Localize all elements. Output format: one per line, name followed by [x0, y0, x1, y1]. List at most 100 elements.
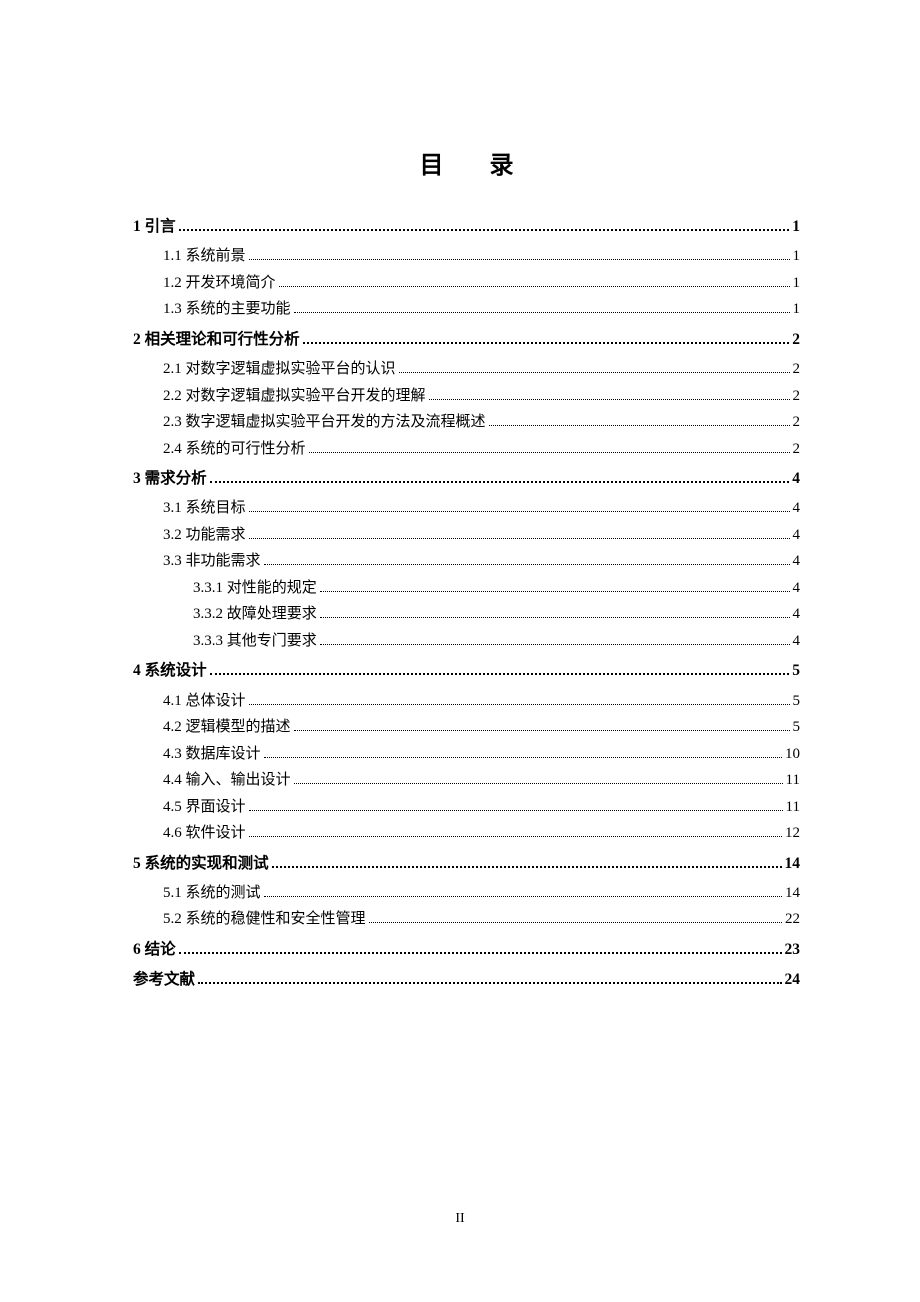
toc-entry: 3.3 非功能需求4: [163, 550, 800, 573]
toc-leader-dots: [294, 783, 783, 784]
toc-entry-label: 5.2 系统的稳健性和安全性管理: [163, 908, 366, 931]
toc-leader-dots: [320, 591, 790, 592]
toc-entry-label: 2.4 系统的可行性分析: [163, 438, 306, 461]
toc-entry: 参考文献24: [133, 968, 800, 991]
toc-entry-page: 5: [792, 659, 800, 682]
toc-entry: 4.4 输入、输出设计 11: [163, 769, 800, 792]
toc-entry-page: 2: [793, 438, 801, 461]
toc-leader-dots: [294, 730, 790, 731]
toc-entry: 2.3 数字逻辑虚拟实验平台开发的方法及流程概述2: [163, 411, 800, 434]
toc-entry: 2.2 对数字逻辑虚拟实验平台开发的理解 2: [163, 385, 800, 408]
toc-entry-page: 5: [793, 716, 801, 739]
toc-leader-dots: [399, 372, 790, 373]
toc-leader-dots: [198, 982, 781, 984]
toc-entry-page: 23: [785, 938, 801, 961]
toc-title: 目 录: [133, 145, 800, 180]
toc-leader-dots: [264, 896, 782, 897]
toc-entry-page: 11: [786, 769, 800, 792]
toc-entry: 2.4 系统的可行性分析 2: [163, 438, 800, 461]
toc-entry: 3.3.1 对性能的规定 4: [193, 577, 800, 600]
toc-entry-label: 3.3 非功能需求: [163, 550, 261, 573]
toc-entry-label: 2 相关理论和可行性分析: [133, 328, 300, 351]
toc-entry-page: 11: [786, 796, 800, 819]
toc-entry-label: 1.1 系统前景: [163, 245, 246, 268]
toc-entry-label: 1 引言: [133, 215, 176, 238]
toc-entry: 4.6 软件设计12: [163, 822, 800, 845]
toc-entry: 4.5 界面设计11: [163, 796, 800, 819]
toc-entry-label: 3 需求分析: [133, 467, 207, 490]
toc-entry-label: 3.1 系统目标: [163, 497, 246, 520]
toc-leader-dots: [264, 564, 790, 565]
toc-entry-label: 1.2 开发环境简介: [163, 272, 276, 295]
toc-entry-page: 1: [793, 245, 801, 268]
toc-entry-page: 10: [785, 743, 800, 766]
page-number: II: [0, 1211, 920, 1227]
toc-entry: 3.3.3 其他专门要求 4: [193, 630, 800, 653]
toc-entry-page: 1: [793, 298, 801, 321]
document-page: 目 录 1 引言11.1 系统前景11.2 开发环境简介11.3 系统的主要功能…: [0, 0, 920, 991]
toc-entry-page: 1: [792, 215, 800, 238]
toc-leader-dots: [489, 425, 790, 426]
toc-leader-dots: [272, 866, 782, 868]
toc-entry-label: 4 系统设计: [133, 659, 207, 682]
toc-entry-page: 4: [793, 630, 801, 653]
toc-entry-label: 4.2 逻辑模型的描述: [163, 716, 291, 739]
toc-entry: 4 系统设计 5: [133, 659, 800, 682]
toc-entry-label: 3.3.3 其他专门要求: [193, 630, 317, 653]
toc-entry-page: 22: [785, 908, 800, 931]
toc-entry-page: 2: [793, 385, 801, 408]
toc-leader-dots: [249, 704, 790, 705]
toc-entry-label: 3.3.2 故障处理要求: [193, 603, 317, 626]
toc-entry: 5.1 系统的测试14: [163, 882, 800, 905]
toc-entry: 5.2 系统的稳健性和安全性管理 22: [163, 908, 800, 931]
toc-entry-page: 5: [793, 690, 801, 713]
toc-entry-page: 4: [793, 497, 801, 520]
toc-leader-dots: [249, 259, 790, 260]
toc-entry-page: 14: [785, 882, 800, 905]
toc-entry: 3 需求分析 4: [133, 467, 800, 490]
toc-leader-dots: [294, 312, 790, 313]
toc-leader-dots: [249, 810, 783, 811]
toc-entry: 2.1 对数字逻辑虚拟实验平台的认识2: [163, 358, 800, 381]
toc-entry-page: 14: [785, 852, 801, 875]
toc-entry: 4.3 数据库设计 10: [163, 743, 800, 766]
toc-leader-dots: [210, 481, 790, 483]
toc-entry: 4.2 逻辑模型的描述 5: [163, 716, 800, 739]
toc-entry-label: 参考文献: [133, 968, 195, 991]
toc-entry-page: 4: [793, 603, 801, 626]
toc-entry-page: 4: [793, 524, 801, 547]
toc-entry: 3.1 系统目标 4: [163, 497, 800, 520]
toc-leader-dots: [179, 952, 782, 954]
toc-entry-page: 4: [793, 577, 801, 600]
toc-entry-label: 1.3 系统的主要功能: [163, 298, 291, 321]
toc-entry-page: 4: [792, 467, 800, 490]
toc-leader-dots: [179, 229, 790, 231]
toc-entry: 1.1 系统前景 1: [163, 245, 800, 268]
toc-entry-page: 12: [785, 822, 800, 845]
toc-leader-dots: [264, 757, 782, 758]
toc-leader-dots: [320, 644, 790, 645]
toc-entry-label: 2.2 对数字逻辑虚拟实验平台开发的理解: [163, 385, 426, 408]
toc-leader-dots: [249, 511, 790, 512]
toc-leader-dots: [320, 617, 790, 618]
toc-entry: 1.3 系统的主要功能 1: [163, 298, 800, 321]
toc-leader-dots: [279, 286, 790, 287]
toc-entry: 5 系统的实现和测试 14: [133, 852, 800, 875]
toc-entry-label: 3.3.1 对性能的规定: [193, 577, 317, 600]
toc-entry-label: 5 系统的实现和测试: [133, 852, 269, 875]
table-of-contents: 1 引言 1 1.1 系统前景 1 1.2 开发环境简介 1 1.3 系统的主要功能 1 2 相…: [133, 215, 800, 991]
toc-entry-label: 2.1 对数字逻辑虚拟实验平台的认识: [163, 358, 396, 381]
toc-entry: 1 引言 1: [133, 215, 800, 238]
toc-entry: 3.3.2 故障处理要求 4: [193, 603, 800, 626]
toc-entry-label: 4.1 总体设计: [163, 690, 246, 713]
toc-entry: 3.2 功能需求4: [163, 524, 800, 547]
toc-entry: 4.1 总体设计 5: [163, 690, 800, 713]
toc-entry-label: 4.4 输入、输出设计: [163, 769, 291, 792]
toc-entry-label: 4.3 数据库设计: [163, 743, 261, 766]
toc-leader-dots: [309, 452, 790, 453]
toc-leader-dots: [249, 836, 782, 837]
toc-entry: 6 结论23: [133, 938, 800, 961]
toc-leader-dots: [429, 399, 790, 400]
toc-entry-page: 1: [793, 272, 801, 295]
toc-entry-page: 2: [793, 411, 801, 434]
